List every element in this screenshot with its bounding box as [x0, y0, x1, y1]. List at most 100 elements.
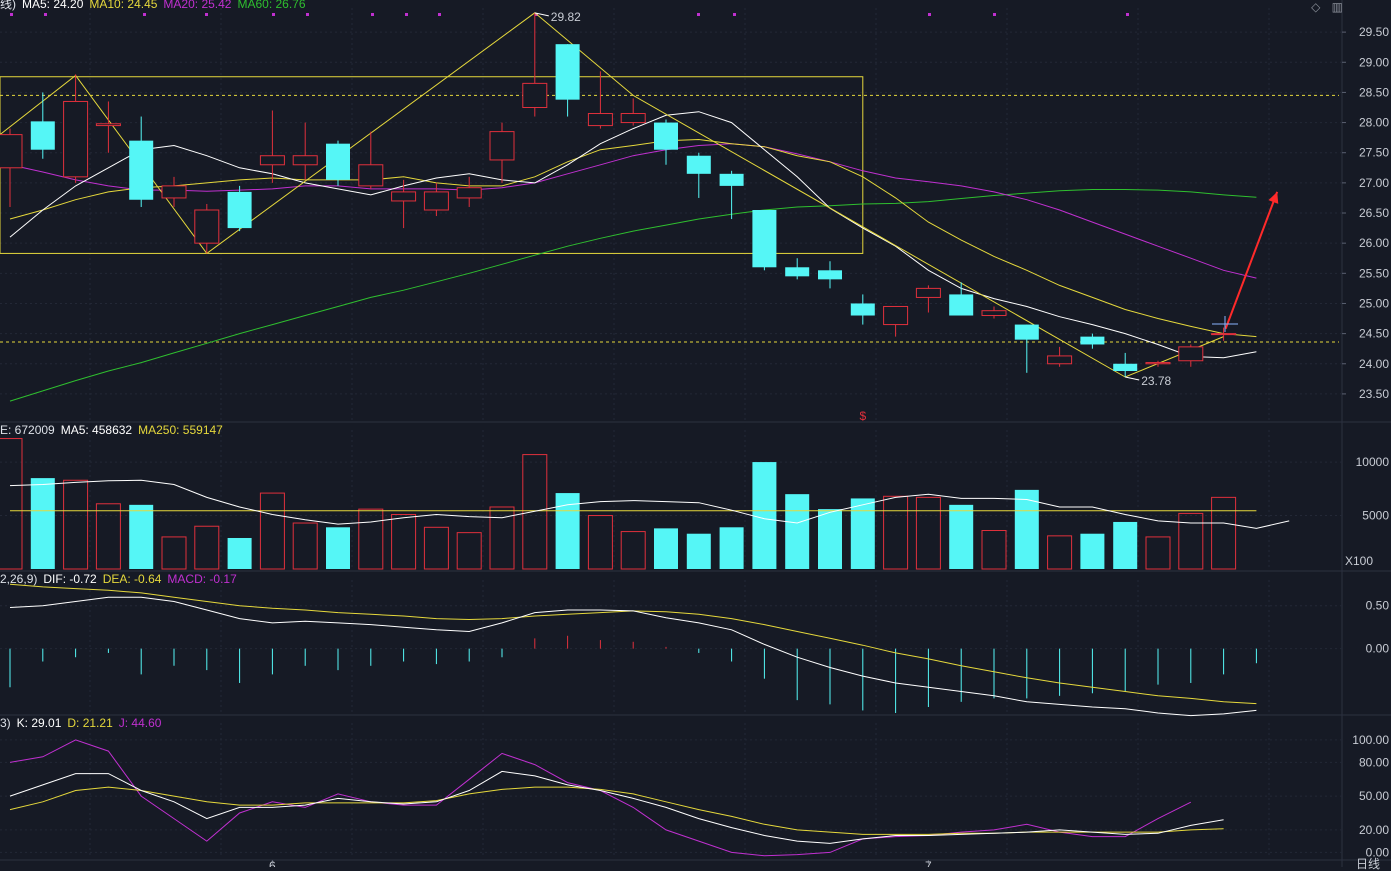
indicator-value: MA5: 24.20: [22, 0, 84, 11]
main-indicator-header: 线) MA5: 24.20 MA10: 24.45 MA20: 25.42 MA60: …: [0, 0, 312, 11]
price-axis-label: 25.00: [1359, 296, 1389, 310]
candle-up: [0, 134, 23, 169]
volume-bar-up: [358, 508, 384, 570]
signal-marker: [405, 13, 408, 16]
volume-bar-down: [227, 537, 252, 569]
candle-up: [259, 155, 285, 166]
candle-up: [95, 123, 121, 127]
volume-bar-up: [620, 531, 646, 570]
indicator-value: J: 44.60: [118, 716, 162, 730]
candle-up: [1178, 346, 1204, 362]
kdj-axis-label: 50.00: [1359, 789, 1389, 803]
volume-bar-down: [949, 504, 974, 569]
dif-line: [9, 596, 1257, 717]
price-axis-label: 29.00: [1359, 55, 1389, 69]
indicator-value: MACD: -0.17: [167, 572, 237, 586]
candle-down: [227, 191, 252, 229]
price-axis-label: 28.50: [1359, 85, 1389, 99]
x-axis-label: 7: [925, 859, 932, 867]
kdj-axis-label: 80.00: [1359, 755, 1389, 769]
volume-indicator-header: E: 672009 MA5: 458632 MA250: 559147: [0, 423, 229, 437]
signal-marker: [733, 13, 736, 16]
candle-up: [522, 82, 548, 108]
price-annotation: 29.82: [551, 10, 581, 24]
candle-up: [915, 287, 941, 298]
indicator-value: 3): [0, 716, 11, 730]
signal-marker: [306, 13, 309, 16]
candle-down: [752, 210, 777, 268]
indicator-value: MA10: 24.45: [89, 0, 158, 11]
volume-bar-up: [194, 525, 220, 570]
candle-up: [456, 187, 482, 199]
price-axis-label: 27.00: [1359, 176, 1389, 190]
event-marker: $: [859, 409, 866, 423]
price-axis-label: 29.50: [1359, 25, 1389, 39]
signal-marker: [272, 13, 275, 16]
macd-indicator-header: 2,26,9) DIF: -0.72 DEA: -0.64 MACD: -0.17: [0, 572, 243, 586]
corner-icons: ◇ ▥: [1303, 0, 1343, 14]
price-axis-label: 24.50: [1359, 327, 1389, 341]
signal-marker: [993, 13, 996, 16]
volume-bar-up: [587, 515, 613, 570]
candle-up: [1047, 355, 1073, 365]
volume-bar-down: [785, 494, 810, 569]
volume-bar-up: [423, 526, 449, 570]
signal-marker: [1126, 13, 1129, 16]
volume-bar-down: [752, 462, 777, 569]
price-annotation: 23.78: [1141, 374, 1171, 388]
volume-bar-down: [326, 527, 350, 569]
volume-bar-up: [883, 495, 909, 570]
volume-bar-down: [686, 533, 711, 569]
candle-down: [686, 155, 711, 174]
candle-down: [850, 303, 875, 316]
annotation-pointer: [1125, 376, 1140, 381]
candle-up: [423, 191, 449, 211]
indicator-value: K: 29.01: [16, 716, 62, 730]
candle-down: [129, 140, 154, 200]
volume-bar-down: [129, 504, 154, 569]
volume-bar-up: [1178, 512, 1204, 570]
kdj-axis-label: 100.00: [1352, 733, 1389, 747]
candle-up: [1145, 362, 1171, 365]
volume-bar-up: [0, 438, 23, 570]
volume-bar-down: [30, 478, 55, 569]
volume-bar-up: [63, 479, 89, 570]
signal-marker: [697, 13, 700, 16]
j-line: [9, 739, 1192, 857]
volume-bar-up: [1145, 536, 1171, 570]
period-label[interactable]: 日线: [1356, 858, 1380, 870]
signal-marker: [205, 13, 208, 16]
volume-bar-up: [981, 530, 1007, 570]
candle-up: [194, 209, 220, 244]
candle-up: [292, 155, 318, 166]
volume-bar-down: [818, 509, 842, 569]
volume-bar-down: [1080, 533, 1105, 569]
signal-marker: [928, 13, 931, 16]
candle-up: [587, 113, 613, 127]
candle-up: [161, 185, 187, 199]
macd-axis-label: 0.50: [1366, 599, 1390, 613]
candle-down: [326, 143, 350, 180]
signal-marker: [438, 13, 441, 16]
volume-bar-down: [850, 498, 875, 569]
candle-up: [358, 164, 384, 187]
layout-icon[interactable]: ▥: [1332, 0, 1343, 14]
volume-bar-down: [719, 527, 744, 569]
candle-down: [1113, 363, 1138, 371]
candle-down: [654, 122, 678, 150]
indicator-value: 2,26,9): [0, 572, 38, 586]
volume-bar-up: [456, 532, 482, 570]
indicator-value: MA60: 26.76: [237, 0, 306, 11]
candle-down: [818, 270, 842, 280]
volume-bar-down: [1113, 521, 1138, 569]
candle-down: [1014, 324, 1039, 340]
signal-marker: [143, 13, 146, 16]
signal-marker: [371, 13, 374, 16]
candle-down: [30, 121, 55, 150]
kdj-indicator-header: 3) K: 29.01 D: 21.21 J: 44.60: [0, 716, 167, 730]
signal-marker: [10, 13, 13, 16]
diamond-icon[interactable]: ◇: [1311, 0, 1320, 14]
volume-bar-up: [161, 536, 187, 570]
volume-bar-up: [292, 522, 318, 570]
volume-bar-up: [1211, 496, 1237, 570]
